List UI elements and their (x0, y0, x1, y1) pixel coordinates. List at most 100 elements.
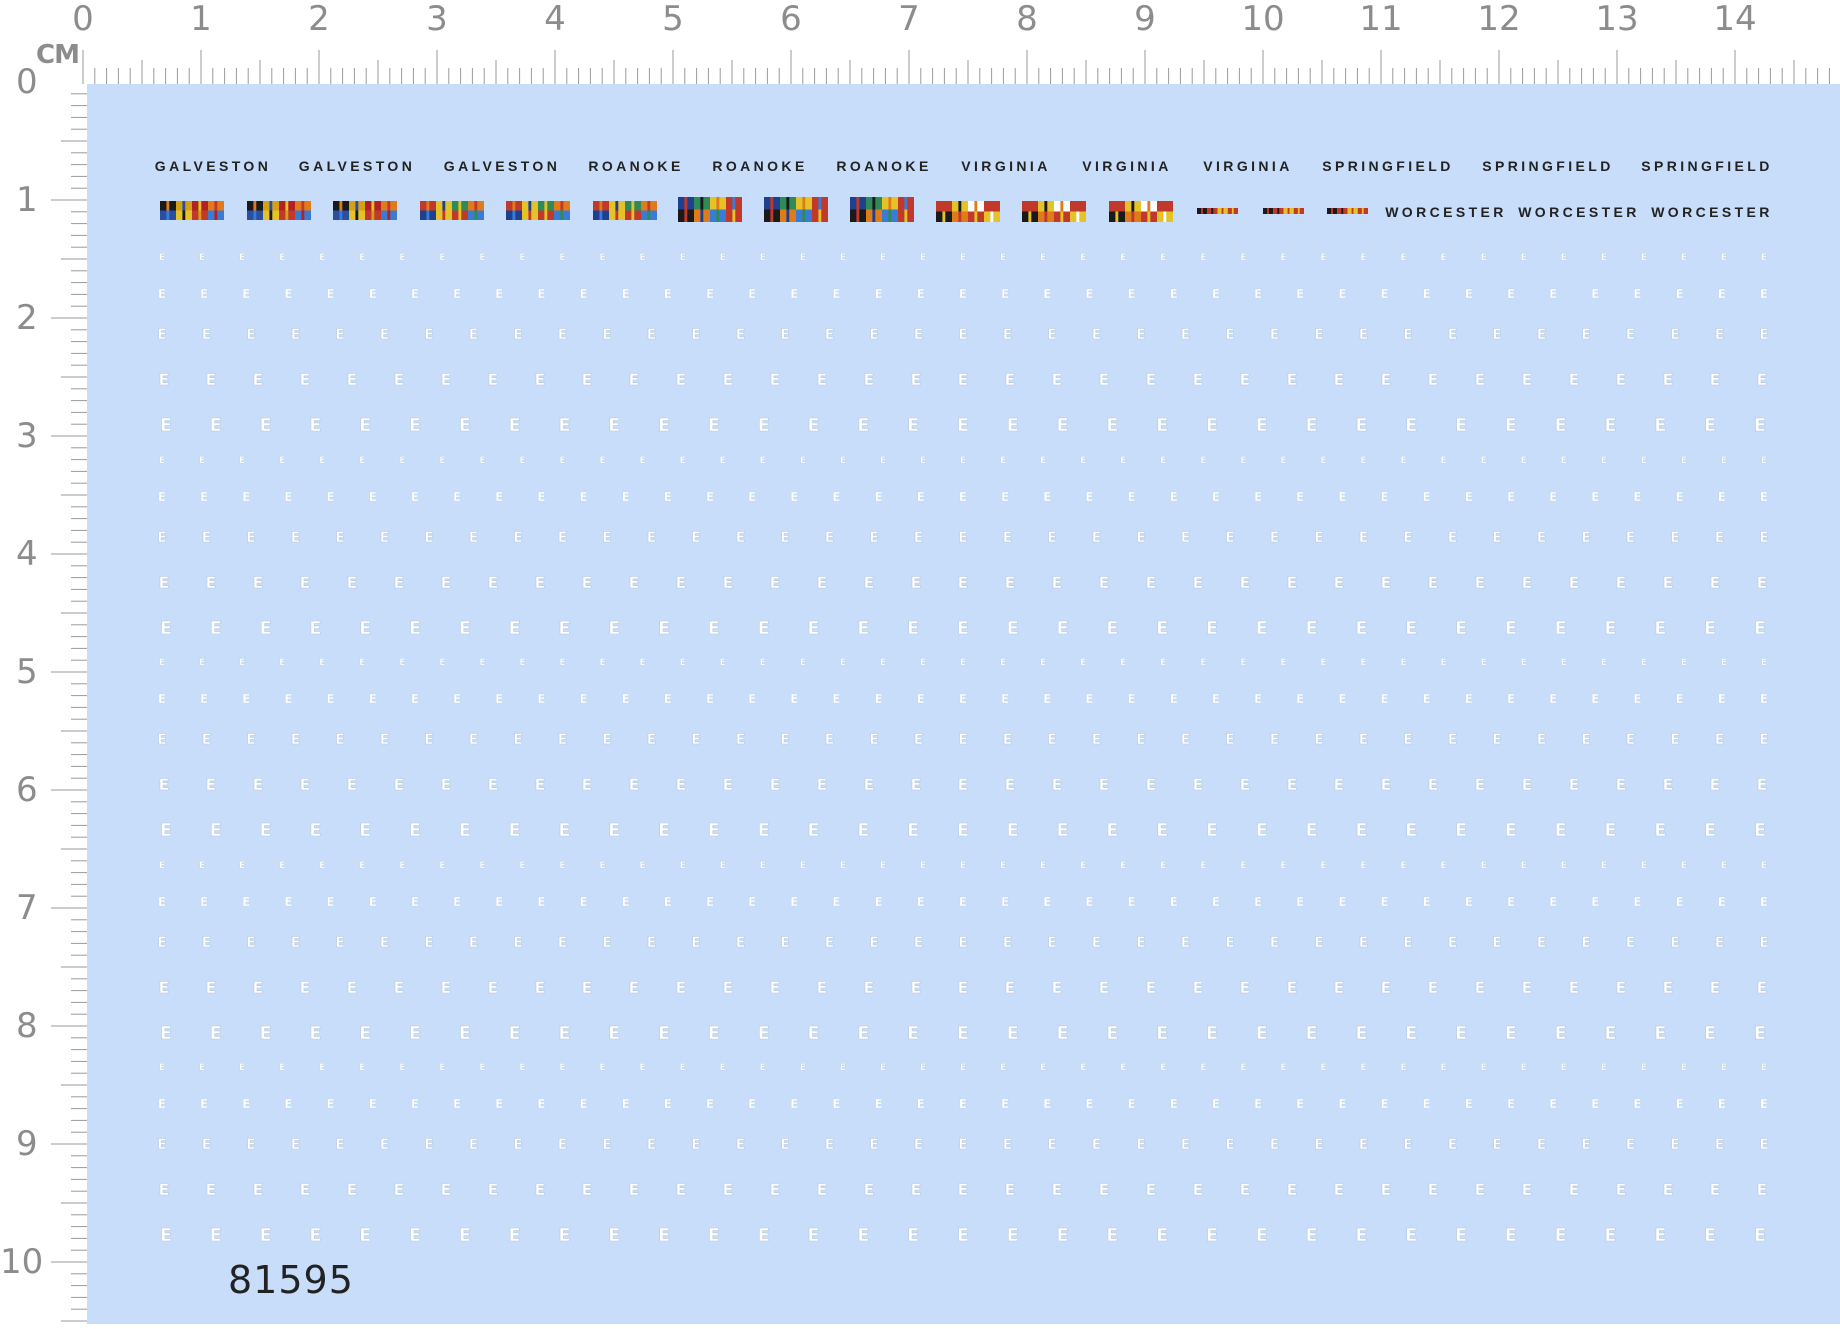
e-decal: E (1761, 658, 1767, 668)
e-decal: E (259, 415, 271, 436)
e-decal: E (558, 732, 568, 748)
e-decal: E (1360, 658, 1366, 668)
e-decal: E (1641, 658, 1647, 668)
e-decal: E (1569, 1180, 1580, 1199)
e-decal: E (680, 658, 686, 668)
e-decal: E (1704, 1225, 1716, 1246)
e-decal: E (1225, 1137, 1235, 1153)
e-decal: E (1759, 1137, 1769, 1153)
e-decal: E (720, 253, 726, 263)
e-decal: E (1359, 1137, 1369, 1153)
e-decal: E (1056, 1225, 1068, 1246)
e-decal: E (1106, 1023, 1118, 1044)
e-decal: E (958, 530, 968, 546)
e-decal: E (409, 1023, 421, 1044)
e-decal: E (1007, 1225, 1019, 1246)
e-decal: E (1400, 456, 1406, 466)
e-decal: E (558, 1137, 568, 1153)
e-decal: E (957, 618, 969, 639)
e-decal: E (807, 1023, 819, 1044)
e-decal: E (1616, 775, 1627, 794)
e-decal: E (441, 978, 452, 997)
e-decal: E (676, 775, 687, 794)
e-decal: E (1106, 820, 1118, 841)
e-decal: E (640, 456, 646, 466)
e-decal: E (1591, 1097, 1599, 1111)
e-decal: E (558, 1225, 570, 1246)
e-decal: E (708, 415, 720, 436)
e-decal: E (459, 618, 471, 639)
e-decal: E (394, 1180, 405, 1199)
e-decal: E (907, 415, 919, 436)
e-decal: E (676, 978, 687, 997)
e-decal: E (1641, 253, 1647, 263)
e-decal: E (1334, 573, 1345, 592)
e-decal: E (1080, 456, 1086, 466)
e-decal: E (1146, 775, 1157, 794)
e-decal: E (1423, 692, 1431, 706)
e-decal: E (1633, 692, 1641, 706)
e-decal: E (800, 456, 806, 466)
e-decal: E (1403, 530, 1413, 546)
e-decal: E (917, 895, 925, 909)
e-decal: E (327, 1097, 335, 1111)
e-decal: E (790, 692, 798, 706)
e-decal: E (579, 692, 587, 706)
e-decal: E (488, 1180, 499, 1199)
e-decal: E (800, 253, 806, 263)
e-decal: E (958, 327, 968, 343)
e-decal: E (409, 1225, 421, 1246)
e-decal: E (1240, 861, 1246, 871)
e-decal: E (911, 978, 922, 997)
e-decal: E (602, 530, 612, 546)
e-decal: E (1270, 327, 1280, 343)
e-decal: E (1355, 1023, 1367, 1044)
e-decal: E (602, 935, 612, 951)
e-decal: E (537, 895, 545, 909)
e-decal: E (582, 978, 593, 997)
e-decal: E (558, 935, 568, 951)
e-decal: E (159, 253, 165, 263)
e-decal: E (708, 618, 720, 639)
e-decal: E (780, 935, 790, 951)
e-decal: E (1206, 1023, 1218, 1044)
e-decal: E (770, 978, 781, 997)
e-decal: E (1287, 978, 1298, 997)
e-decal: E (958, 1137, 968, 1153)
e-decal: E (399, 456, 405, 466)
e-decal: E (206, 370, 217, 389)
e-decal: E (1757, 978, 1768, 997)
e-decal: E (658, 1225, 670, 1246)
e-decal: E (509, 415, 521, 436)
e-decal: E (157, 732, 167, 748)
e-decal: E (558, 618, 570, 639)
e-decal: E (869, 530, 879, 546)
e-decal: E (1654, 415, 1666, 436)
e-decal: E (706, 490, 714, 504)
e-decal: E (1120, 1063, 1126, 1073)
e-decal: E (664, 692, 672, 706)
e-decal: E (1591, 895, 1599, 909)
e-decal: E (411, 287, 419, 301)
e-decal: E (1256, 820, 1268, 841)
e-decal: E (1569, 370, 1580, 389)
e-decal: E (1240, 1063, 1246, 1073)
e-decal: E (1405, 415, 1417, 436)
e-decal: E (347, 775, 358, 794)
e-decal: E (1170, 895, 1178, 909)
e-decal: E (1056, 1023, 1068, 1044)
e-decal: E (1492, 530, 1502, 546)
e-decal: E (599, 658, 605, 668)
e-decal: E (380, 327, 390, 343)
e-decal: E (1481, 658, 1487, 668)
e-decal: E (369, 490, 377, 504)
e-decal: E (159, 370, 170, 389)
e-decal: E (1355, 1225, 1367, 1246)
e-decal: E (1043, 490, 1051, 504)
e-decal: E (535, 1180, 546, 1199)
e-decal: E (284, 287, 292, 301)
e-decal: E (1761, 1063, 1767, 1073)
e-decal: E (1380, 490, 1388, 504)
e-decal: E (1206, 1225, 1218, 1246)
e-decal: E (519, 1063, 525, 1073)
